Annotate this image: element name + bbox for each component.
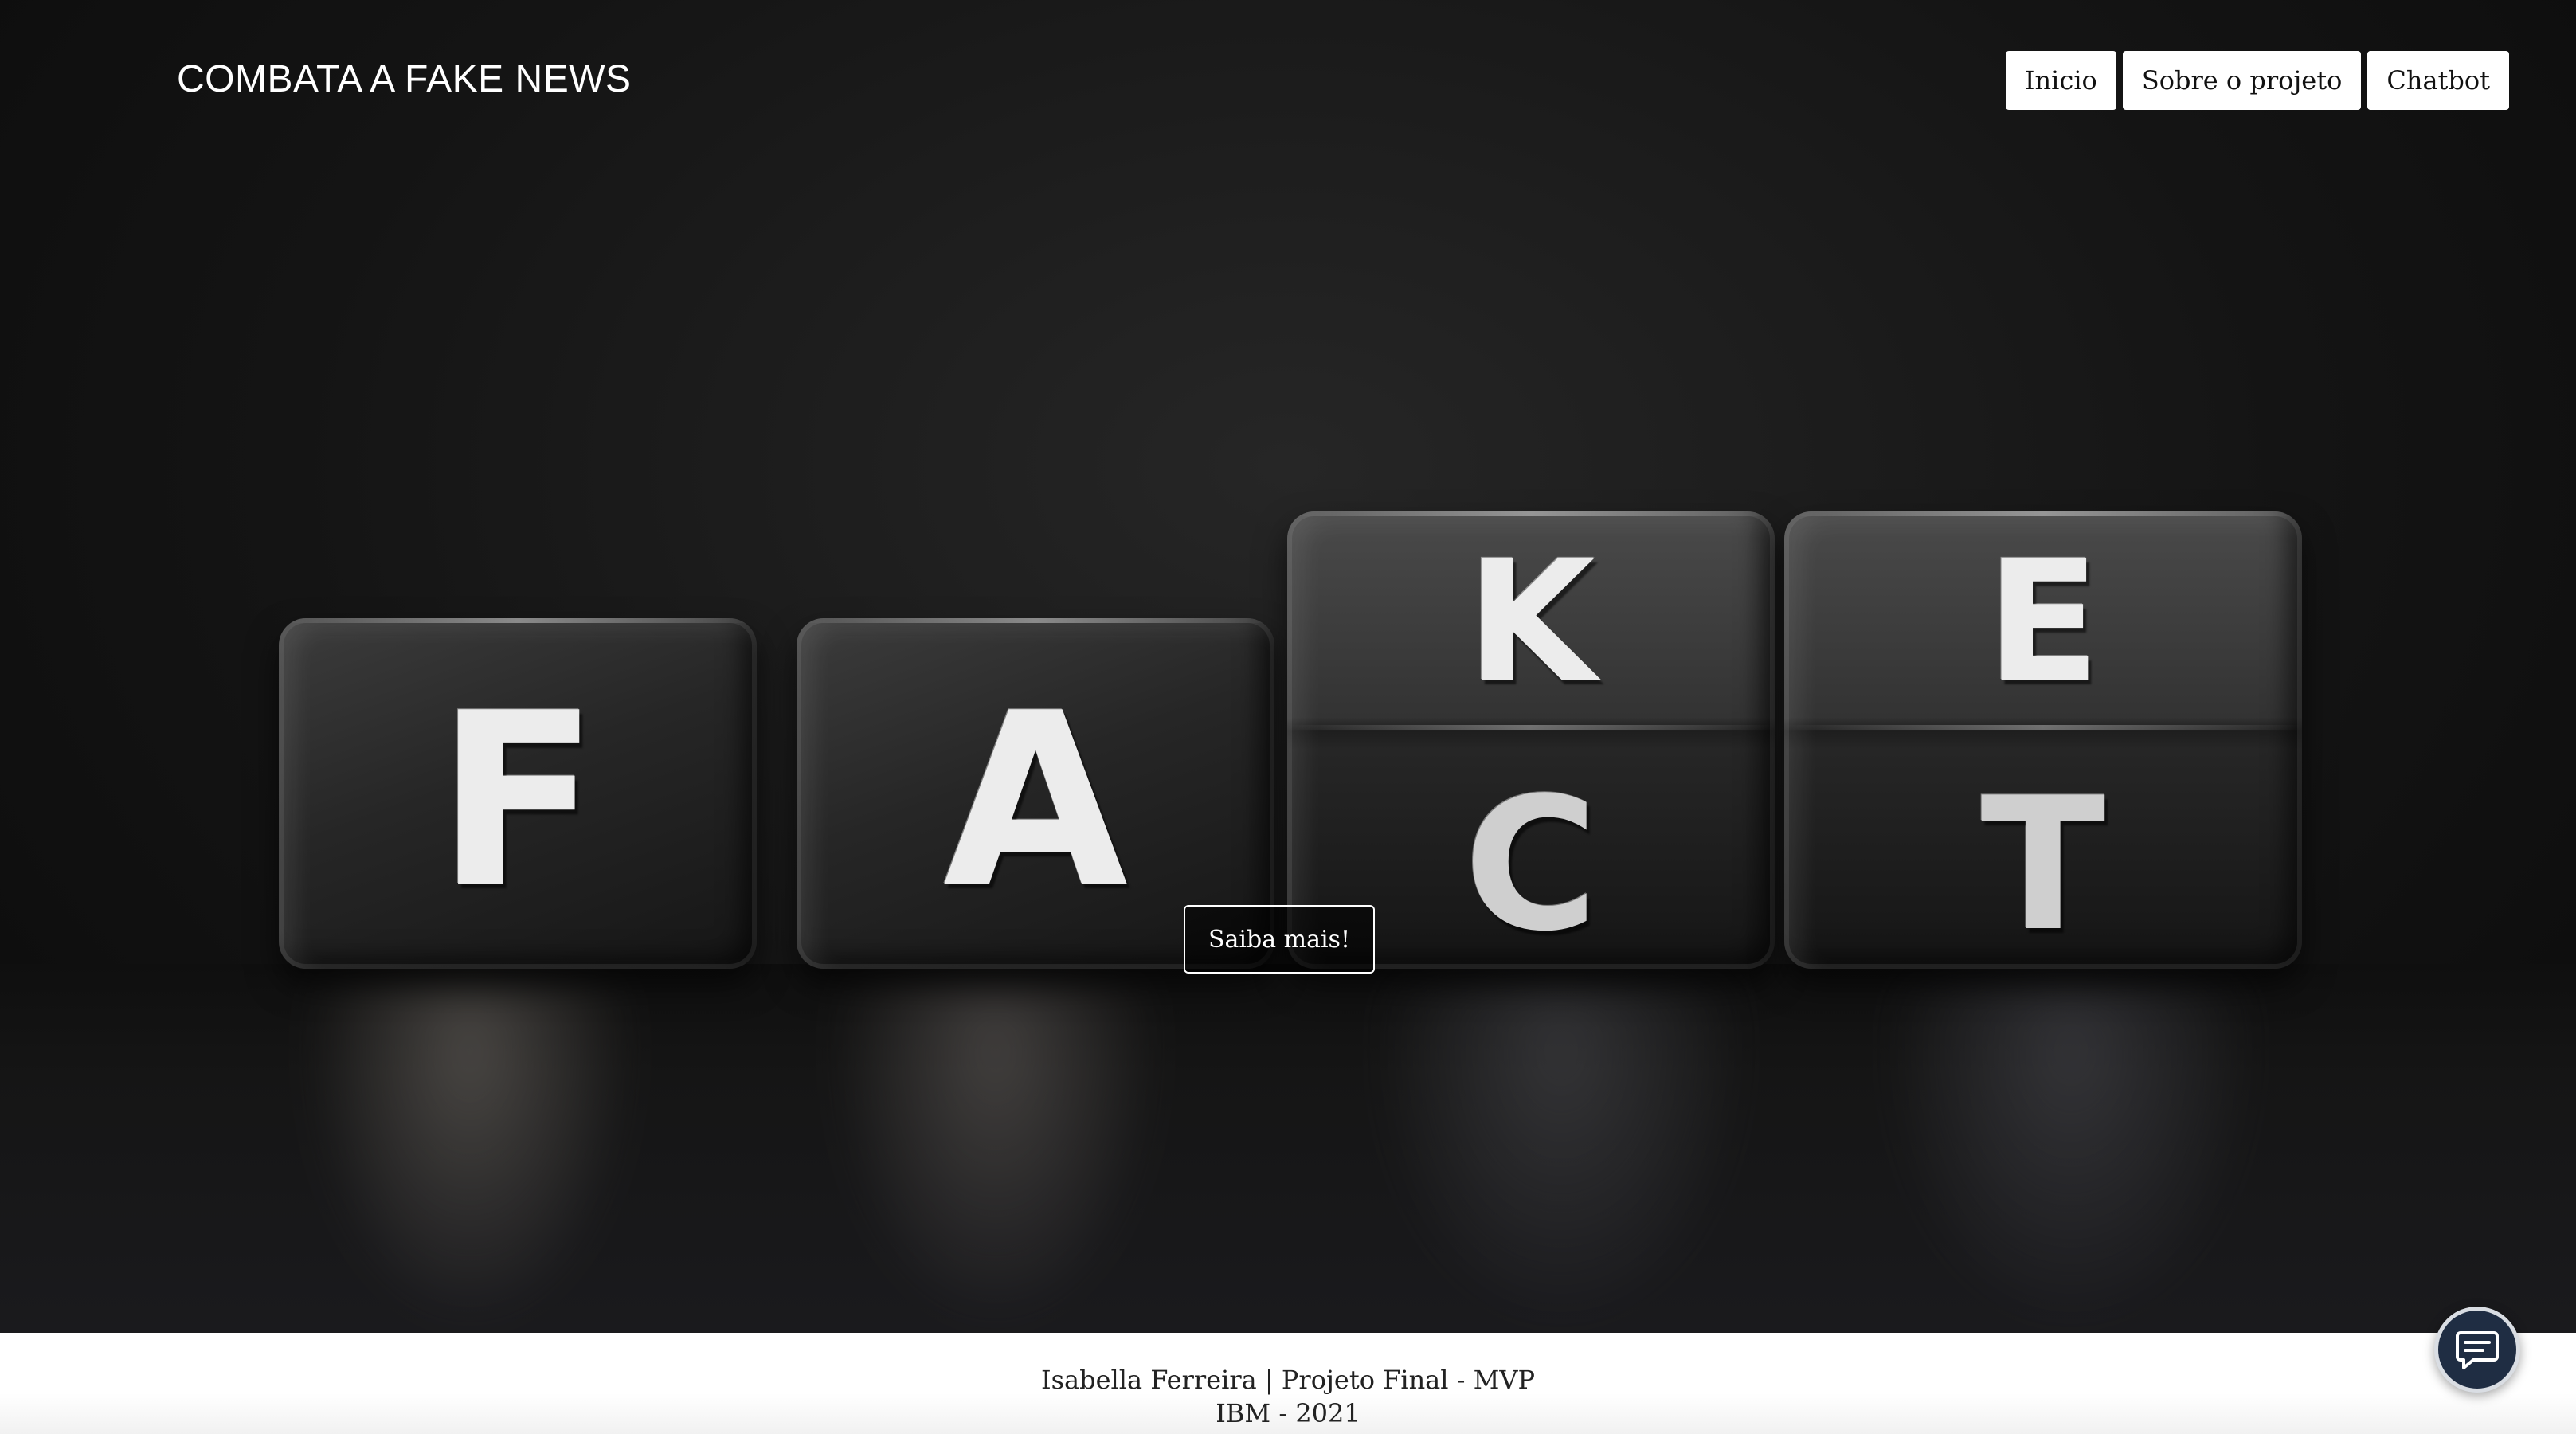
die-e-t: E T — [1784, 511, 2302, 969]
nav-inicio-button[interactable]: Inicio — [2005, 51, 2116, 110]
die-k-c: K C — [1287, 511, 1775, 969]
die-edge-highlight — [797, 618, 1274, 623]
die-edge-highlight — [279, 618, 757, 623]
die-reflection — [303, 980, 637, 1333]
die-letter-top: E — [1986, 524, 2100, 719]
die-edge-highlight — [1287, 725, 1775, 730]
nav-chatbot-button[interactable]: Chatbot — [2367, 51, 2509, 110]
die-edge-highlight — [1287, 511, 1775, 516]
die-reflection — [1880, 980, 2262, 1333]
die-letter-front: F — [436, 662, 600, 940]
chat-launcher-button[interactable] — [2434, 1307, 2520, 1393]
die-letter-top: K — [1466, 524, 1596, 719]
hero-section: COMBATA A FAKE NEWS Inicio Sobre o proje… — [0, 0, 2576, 1333]
die-edge-highlight — [1784, 725, 2302, 730]
die-reflection — [828, 980, 1163, 1333]
die-letter-front: T — [1980, 759, 2106, 969]
footer-year: IBM - 2021 — [1216, 1398, 1360, 1428]
nav-sobre-button[interactable]: Sobre o projeto — [2122, 51, 2362, 110]
main-nav: Inicio Sobre o projeto Chatbot — [2005, 51, 2509, 110]
footer: Isabella Ferreira | Projeto Final - MVP … — [0, 1333, 2576, 1434]
die-f: F — [279, 618, 757, 969]
die-edge-highlight — [1784, 511, 2302, 516]
die-letter-front: A — [942, 662, 1129, 940]
chat-bubble-icon — [2453, 1325, 2502, 1374]
site-brand[interactable]: COMBATA A FAKE NEWS — [177, 57, 632, 101]
footer-credit: Isabella Ferreira | Projeto Final - MVP — [1040, 1365, 1536, 1395]
die-reflection — [1370, 980, 1752, 1333]
page: COMBATA A FAKE NEWS Inicio Sobre o proje… — [0, 0, 2576, 1434]
saiba-mais-button[interactable]: Saiba mais! — [1184, 905, 1375, 974]
